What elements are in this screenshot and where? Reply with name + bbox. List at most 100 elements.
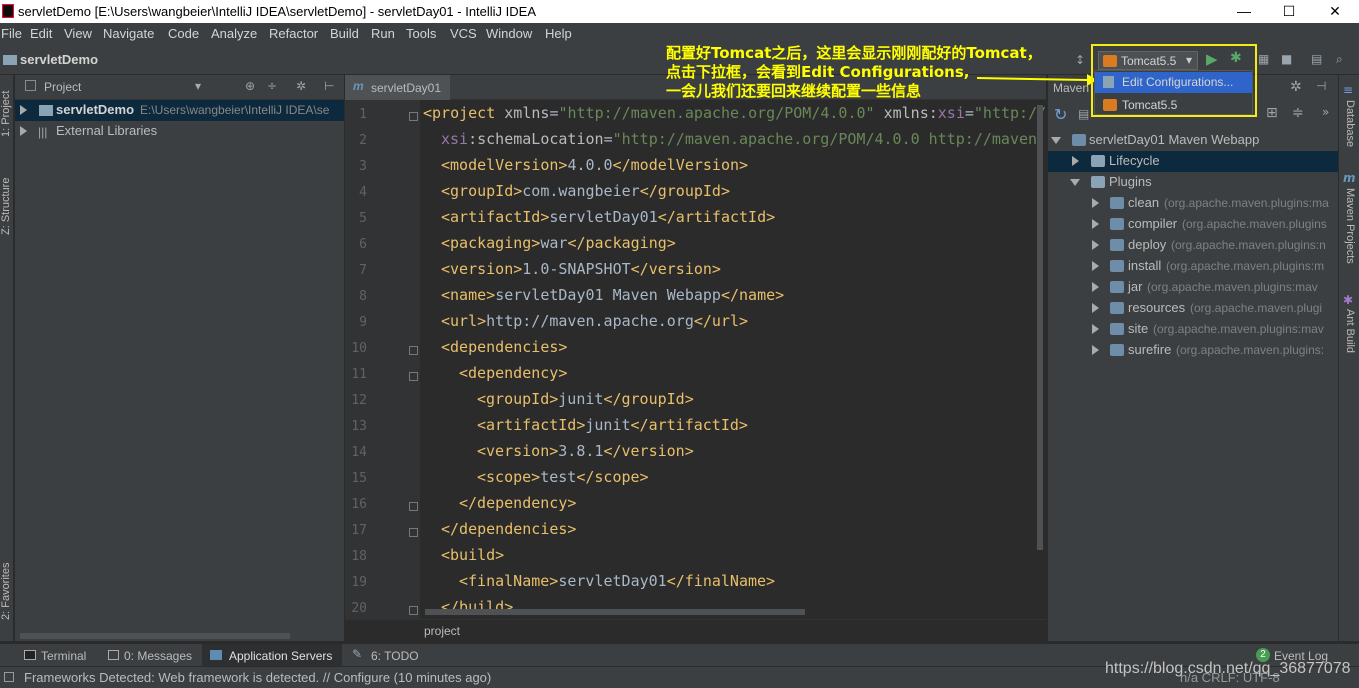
plugin-item[interactable]: compiler (org.apache.maven.plugins — [1048, 214, 1338, 235]
menu-refactor[interactable]: Refactor — [269, 26, 318, 41]
close-button[interactable]: ✕ — [1312, 0, 1358, 23]
dropdown-arrow-icon[interactable]: ▾ — [195, 79, 201, 93]
tree-external-libraries[interactable]: ||| External Libraries — [15, 121, 344, 142]
tab-terminal[interactable]: Terminal — [24, 644, 106, 667]
maximize-button[interactable]: ☐ — [1266, 0, 1312, 23]
menu-window[interactable]: Window — [486, 26, 532, 41]
search-everywhere-icon[interactable]: ⌕ — [1336, 52, 1343, 67]
more-icon[interactable]: » — [1322, 105, 1329, 119]
menu-analyze[interactable]: Analyze — [211, 26, 257, 41]
maven-projects-panel: Maven ✲ ⊣ ↻ ▤ ⊞ ≑ » servletDay01 Maven W… — [1047, 75, 1338, 641]
plugin-icon — [1110, 260, 1124, 272]
plugin-item[interactable]: clean (org.apache.maven.plugins:ma — [1048, 193, 1338, 214]
menu-help[interactable]: Help — [545, 26, 572, 41]
plugin-item[interactable]: jar (org.apache.maven.plugins:mav — [1048, 277, 1338, 298]
maven-projects-tool-tab[interactable]: Maven Projects — [1344, 188, 1356, 264]
plugin-group: (org.apache.maven.plugins:n — [1171, 238, 1326, 252]
expand-arrow-icon[interactable] — [20, 126, 27, 136]
expand-arrow-icon[interactable] — [1092, 324, 1099, 334]
generate-sources-icon[interactable]: ▤ — [1078, 107, 1089, 121]
menu-edit[interactable]: Edit — [30, 26, 52, 41]
editor-horizontal-scrollbar[interactable] — [425, 609, 805, 615]
project-panel: Project ▾ ⊕ ÷ ✲ ⊢ servletDemo E:\Users\w… — [15, 75, 344, 641]
plugin-item[interactable]: site (org.apache.maven.plugins:mav — [1048, 319, 1338, 340]
collapse-icon[interactable]: ÷ — [267, 79, 277, 93]
refresh-icon[interactable]: ↻ — [1054, 105, 1067, 124]
favorites-tool-tab[interactable]: 2: Favorites — [0, 563, 12, 620]
menu-view[interactable]: View — [64, 26, 92, 41]
project-structure-icon[interactable]: ▤ — [1311, 52, 1322, 66]
annotation-line-2: 点击下拉框，会看到Edit Configurations, — [666, 63, 970, 81]
hide-panel-icon[interactable]: ⊣ — [1316, 79, 1326, 93]
expand-arrow-icon[interactable] — [1092, 303, 1099, 313]
menu-tools[interactable]: Tools — [406, 26, 436, 41]
code-line: <modelVersion>4.0.0</modelVersion> — [441, 156, 749, 174]
editor-breadcrumb-bar: project — [345, 619, 1046, 641]
run-icon[interactable]: ▶ — [1206, 50, 1218, 68]
maven-plugins[interactable]: Plugins — [1048, 172, 1338, 193]
dependencies-icon[interactable]: ⊞ — [1266, 105, 1278, 121]
plugin-item[interactable]: install (org.apache.maven.plugins:m — [1048, 256, 1338, 277]
expand-arrow-icon[interactable] — [1092, 282, 1099, 292]
menu-run[interactable]: Run — [371, 26, 395, 41]
collapse-arrow-icon[interactable] — [1070, 179, 1080, 186]
settings-gear-icon[interactable]: ✲ — [296, 79, 306, 93]
database-tool-tab[interactable]: Database — [1344, 100, 1356, 147]
tab-application-servers[interactable]: Application Servers — [202, 644, 342, 667]
maven-project-root[interactable]: servletDay01 Maven Webapp — [1048, 130, 1338, 151]
tree-root-servletdemo[interactable]: servletDemo E:\Users\wangbeier\IntelliJ … — [15, 100, 344, 121]
expand-arrow-icon[interactable] — [1092, 240, 1099, 250]
collapse-all-icon[interactable]: ≑ — [1292, 105, 1304, 121]
vertical-scrollbar[interactable] — [1037, 105, 1043, 550]
plugin-group: (org.apache.maven.plugi — [1190, 301, 1323, 315]
tab-todo[interactable]: ✎ 6: TODO — [352, 644, 432, 667]
plugin-item[interactable]: resources (org.apache.maven.plugi — [1048, 298, 1338, 319]
horizontal-scrollbar[interactable] — [20, 633, 290, 639]
breadcrumb-project[interactable]: servletDemo — [20, 52, 98, 67]
tab-messages[interactable]: 0: Messages — [108, 644, 200, 667]
menu-file[interactable]: File — [1, 26, 22, 41]
plugin-item[interactable]: surefire (org.apache.maven.plugins: — [1048, 340, 1338, 361]
project-view-icon — [25, 80, 36, 91]
project-view-selector[interactable]: Project — [44, 80, 81, 94]
stop-icon[interactable]: ■ — [1281, 52, 1292, 66]
xml-breadcrumb[interactable]: project — [424, 624, 460, 638]
toggle-tool-windows-icon[interactable] — [4, 672, 14, 682]
expand-arrow-icon[interactable] — [20, 105, 27, 115]
plugin-icon — [1110, 218, 1124, 230]
sort-icon[interactable]: ↕ — [1075, 53, 1085, 67]
hide-panel-icon[interactable]: ⊢ — [324, 79, 334, 93]
menu-vcs[interactable]: VCS — [450, 26, 477, 41]
coverage-icon[interactable]: ▦ — [1258, 52, 1269, 66]
expand-arrow-icon[interactable] — [1092, 261, 1099, 271]
plugin-group: (org.apache.maven.plugins — [1182, 217, 1327, 231]
expand-arrow-icon[interactable] — [1072, 156, 1079, 166]
plugin-item[interactable]: deploy (org.apache.maven.plugins:n — [1048, 235, 1338, 256]
plugin-name: site — [1128, 321, 1149, 336]
messages-icon — [108, 650, 119, 660]
ant-icon: ✱ — [1343, 293, 1354, 307]
expand-arrow-icon[interactable] — [1092, 219, 1099, 229]
menu-navigate[interactable]: Navigate — [103, 26, 154, 41]
status-message[interactable]: Frameworks Detected: Web framework is de… — [24, 670, 491, 685]
ant-build-tool-tab[interactable]: Ant Build — [1344, 309, 1356, 353]
debug-icon[interactable]: ✱ — [1230, 50, 1242, 66]
menu-item-tomcat[interactable]: Tomcat5.5 — [1095, 94, 1252, 115]
menu-build[interactable]: Build — [330, 26, 359, 41]
minimize-button[interactable]: — — [1221, 0, 1267, 23]
run-config-selector[interactable]: Tomcat5.5 ▾ — [1098, 51, 1198, 70]
tab-servletday01[interactable]: m servletDay01 — [345, 75, 450, 100]
collapse-arrow-icon[interactable] — [1051, 137, 1061, 144]
code-area[interactable]: <project xmlns="http://maven.apache.org/… — [345, 100, 1045, 619]
menu-code[interactable]: Code — [168, 26, 199, 41]
settings-gear-icon[interactable]: ✲ — [1290, 79, 1302, 95]
expand-arrow-icon[interactable] — [1092, 345, 1099, 355]
menu-item-edit-configurations[interactable]: Edit Configurations... — [1095, 72, 1252, 93]
sync-icon[interactable]: ⊕ — [245, 79, 255, 93]
maven-lifecycle[interactable]: Lifecycle — [1048, 151, 1338, 172]
code-line: <groupId>com.wangbeier</groupId> — [441, 182, 730, 200]
project-tool-tab[interactable]: 1: Project — [0, 91, 12, 137]
expand-arrow-icon[interactable] — [1092, 198, 1099, 208]
plugin-group: (org.apache.maven.plugins:ma — [1164, 196, 1329, 210]
structure-tool-tab[interactable]: Z: Structure — [0, 178, 12, 235]
